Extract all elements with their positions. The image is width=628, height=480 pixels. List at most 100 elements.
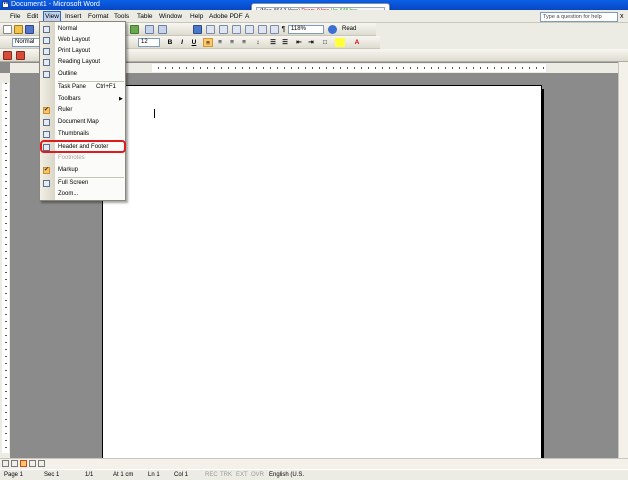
web-layout-button[interactable] xyxy=(11,460,18,467)
reading-layout-button[interactable] xyxy=(38,460,45,467)
read-button[interactable]: Read xyxy=(340,24,358,34)
word-app-icon[interactable] xyxy=(2,0,9,8)
document-map-toolbar-icon[interactable] xyxy=(270,25,279,34)
status-rec[interactable]: REC xyxy=(205,470,218,480)
font-color-icon[interactable]: A xyxy=(352,38,362,47)
increase-indent-icon[interactable]: ⇥ xyxy=(306,38,316,47)
menu-table[interactable]: Table xyxy=(136,12,154,21)
pdf-convert-icon[interactable] xyxy=(3,51,12,60)
thumbnails-icon xyxy=(43,131,50,138)
underline-button[interactable]: U xyxy=(189,38,199,47)
header-footer-highlight xyxy=(40,140,126,153)
view-menu-markup[interactable]: Markup xyxy=(40,165,125,176)
outside-border-icon[interactable]: □ xyxy=(320,38,330,47)
view-menu-thumbnails[interactable]: Thumbnails xyxy=(40,129,125,140)
view-menu-footnotes: Footnotes xyxy=(58,155,85,161)
line-spacing-icon[interactable]: ↕ xyxy=(253,38,263,47)
font-size-select[interactable]: 12 xyxy=(138,38,160,47)
full-screen-icon xyxy=(43,180,50,187)
status-ext[interactable]: EXT xyxy=(236,470,248,480)
status-trk[interactable]: TRK xyxy=(220,470,232,480)
status-section: Sec 1 xyxy=(44,472,60,478)
status-language: English (U.S. xyxy=(269,472,305,478)
view-menu-normal[interactable]: Normal xyxy=(40,24,125,35)
numbering-icon[interactable]: ☰ xyxy=(268,38,278,47)
markup-icon xyxy=(43,166,50,174)
italic-button[interactable]: I xyxy=(177,38,187,47)
align-right-icon[interactable]: ≡ xyxy=(227,38,237,47)
normal-view-button[interactable] xyxy=(2,460,9,467)
reading-layout-icon xyxy=(43,59,50,66)
zoom-select[interactable]: 118% xyxy=(288,25,324,34)
columns-icon[interactable] xyxy=(245,25,254,34)
task-pane-shortcut: Ctrl+F1 xyxy=(96,84,116,90)
justify-icon[interactable]: ≡ xyxy=(239,38,249,47)
align-left-icon[interactable]: ≡ xyxy=(203,38,213,47)
view-menu-ruler[interactable]: Ruler xyxy=(40,105,125,116)
hyperlink-icon[interactable] xyxy=(193,25,202,34)
close-document-button[interactable]: x xyxy=(620,12,624,21)
menu-help[interactable]: Help xyxy=(189,12,204,21)
view-menu-zoom[interactable]: Zoom... xyxy=(40,189,125,200)
menu-tools[interactable]: Tools xyxy=(113,12,130,21)
menu-file[interactable]: File xyxy=(9,12,21,21)
view-menu-task-pane[interactable]: Task Pane Ctrl+F1 xyxy=(40,82,125,93)
document-page[interactable] xyxy=(102,85,544,466)
web-layout-icon xyxy=(43,37,50,44)
undo-icon[interactable] xyxy=(145,25,154,34)
check-icon xyxy=(43,106,50,114)
print-layout-icon xyxy=(43,48,50,55)
bold-button[interactable]: B xyxy=(165,38,175,47)
outline-view-button[interactable] xyxy=(29,460,36,467)
help-search-input[interactable]: Type a question for help xyxy=(540,12,618,22)
align-center-icon[interactable]: ≡ xyxy=(215,38,225,47)
view-menu-full-screen[interactable]: Full Screen xyxy=(40,178,125,189)
save-icon[interactable] xyxy=(25,25,34,34)
status-bar: Page 1 Sec 1 1/1 At 1 cm Ln 1 Col 1 REC … xyxy=(0,469,628,480)
outline-view-icon xyxy=(43,71,50,78)
menu-format[interactable]: Format xyxy=(87,12,110,21)
window-title: Document1 - Microsoft Word xyxy=(11,1,100,8)
style-select[interactable]: Normal xyxy=(12,38,40,47)
status-ovr[interactable]: OVR xyxy=(251,470,264,480)
redo-icon[interactable] xyxy=(158,25,167,34)
open-folder-icon[interactable] xyxy=(14,25,23,34)
view-menu-dropdown: Normal Web Layout Print Layout Reading L… xyxy=(39,21,126,201)
status-page: Page 1 xyxy=(4,472,24,478)
decrease-indent-icon[interactable]: ⇤ xyxy=(294,38,304,47)
drawing-icon[interactable] xyxy=(258,25,267,34)
horizontal-scrollbar[interactable] xyxy=(0,458,628,469)
submenu-arrow-icon: ▶ xyxy=(119,96,123,102)
view-menu-toolbars[interactable]: Toolbars ▶ xyxy=(40,94,125,105)
view-menu-web-layout[interactable]: Web Layout xyxy=(40,35,125,46)
help-icon[interactable] xyxy=(328,25,337,34)
view-menu-outline[interactable]: Outline xyxy=(40,69,125,80)
highlight-icon[interactable] xyxy=(335,38,345,47)
vertical-ruler[interactable] xyxy=(0,73,10,458)
menu-edit[interactable]: Edit xyxy=(26,12,39,21)
text-cursor xyxy=(154,109,155,118)
menu-insert[interactable]: Insert xyxy=(64,12,82,21)
pdf-email-icon[interactable] xyxy=(16,51,25,60)
view-menu-document-map[interactable]: Document Map xyxy=(40,117,125,128)
vertical-scrollbar[interactable] xyxy=(618,62,628,458)
status-column: Col 1 xyxy=(174,472,189,478)
menu-adobe-pdf[interactable]: Adobe PDF xyxy=(208,12,244,21)
spelling-icon[interactable] xyxy=(130,25,139,34)
new-document-icon[interactable] xyxy=(3,25,12,34)
toolbar-area-fill xyxy=(376,23,628,49)
tables-borders-icon[interactable] xyxy=(206,25,215,34)
insert-excel-icon[interactable] xyxy=(232,25,241,34)
insert-table-icon[interactable] xyxy=(219,25,228,34)
bullets-icon[interactable]: ☰ xyxy=(280,38,290,47)
status-at: At 1 cm xyxy=(113,472,134,478)
normal-view-icon xyxy=(43,26,50,33)
show-hide-icon[interactable]: ¶ xyxy=(279,25,288,34)
status-page-count: 1/1 xyxy=(85,472,94,478)
menu-acrobat[interactable]: A xyxy=(244,12,250,21)
status-line: Ln 1 xyxy=(148,472,160,478)
menu-window[interactable]: Window xyxy=(158,12,183,21)
view-menu-print-layout[interactable]: Print Layout xyxy=(40,46,125,57)
view-menu-reading-layout[interactable]: Reading Layout xyxy=(40,57,125,68)
print-layout-button[interactable] xyxy=(20,460,27,467)
